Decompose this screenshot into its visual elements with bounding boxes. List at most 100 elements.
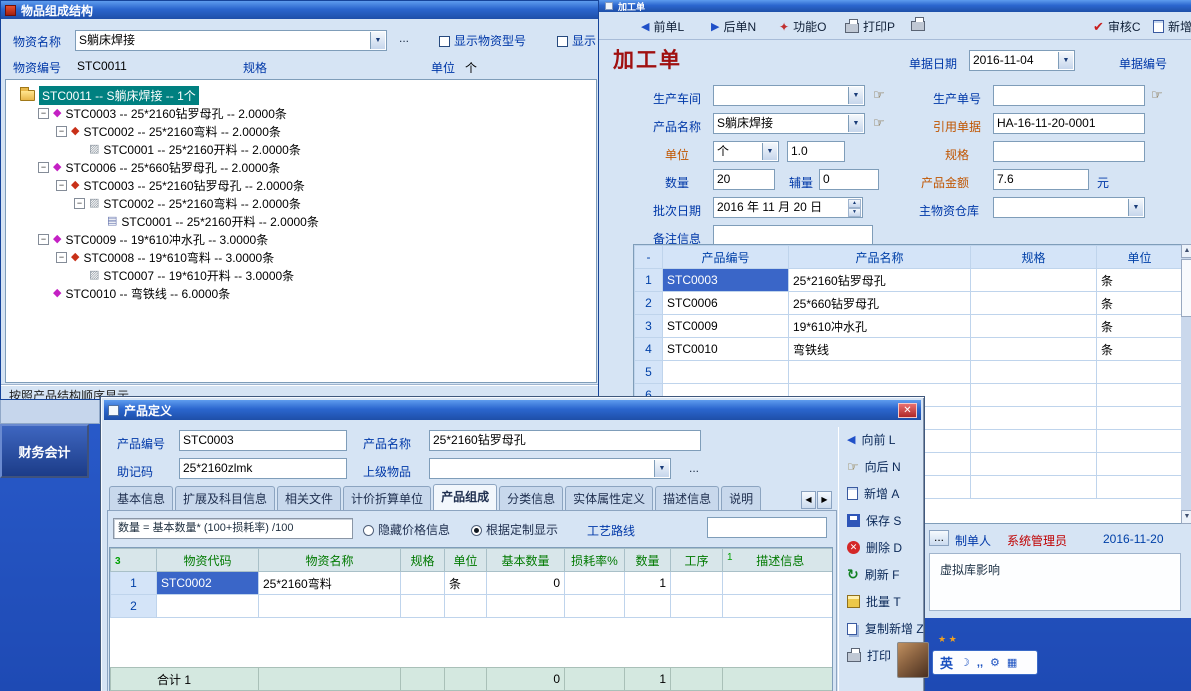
- prod-order-lookup-icon[interactable]: ☞: [1151, 87, 1163, 103]
- remark-input[interactable]: [713, 225, 873, 246]
- mnemonic-input[interactable]: 25*2160zlmk: [179, 458, 347, 479]
- print-preview-button[interactable]: [911, 18, 925, 31]
- collapse-icon[interactable]: −: [38, 108, 49, 119]
- custom-display-radio[interactable]: 根据定制显示: [471, 521, 558, 538]
- chevron-down-icon[interactable]: ▼: [370, 32, 385, 49]
- product-lookup-icon[interactable]: ☞: [873, 115, 885, 131]
- tab-description[interactable]: 描述信息: [655, 486, 719, 511]
- ref-doc-input[interactable]: HA-16-11-20-0001: [993, 113, 1145, 134]
- chevron-down-icon[interactable]: ▼: [654, 460, 669, 477]
- tab-extended-accounts[interactable]: 扩展及科目信息: [175, 486, 275, 511]
- half-moon-icon[interactable]: ☽: [960, 656, 970, 669]
- spec-input[interactable]: [993, 141, 1145, 162]
- radio-selected-icon[interactable]: [471, 525, 482, 536]
- tab-pricing-units[interactable]: 计价折算单位: [343, 486, 431, 511]
- delete-button[interactable]: ✕删除 D: [847, 539, 902, 556]
- save-button[interactable]: 保存 S: [847, 512, 901, 529]
- prod-order-input[interactable]: [993, 85, 1145, 106]
- tab-related-files[interactable]: 相关文件: [277, 486, 341, 511]
- collapse-icon[interactable]: −: [56, 252, 67, 263]
- scroll-down-icon[interactable]: ▼: [1181, 510, 1191, 524]
- prev-record-button[interactable]: ◀向前 L: [847, 431, 895, 448]
- refresh-button[interactable]: ↻刷新 F: [847, 566, 899, 583]
- route-input[interactable]: [707, 517, 827, 538]
- tab-notes[interactable]: 说明: [721, 486, 761, 511]
- show-model-checkbox[interactable]: 显示物资型号: [439, 32, 526, 49]
- print-dialog-button[interactable]: 打印: [847, 647, 891, 664]
- parent-item-more-button[interactable]: ...: [689, 461, 699, 475]
- table-row[interactable]: 1 STC0003 25*2160钻罗母孔 条: [635, 269, 1183, 292]
- print-button[interactable]: 打印P: [845, 18, 895, 35]
- product-code-input[interactable]: STC0003: [179, 430, 347, 451]
- tab-scroll-right-icon[interactable]: ▶: [817, 491, 832, 509]
- table-row[interactable]: 4 STC0010 弯铁线 条: [635, 338, 1183, 361]
- aux-qty-input[interactable]: 0: [819, 169, 879, 190]
- chevron-down-icon[interactable]: ▼: [1128, 199, 1143, 216]
- chevron-down-icon[interactable]: ▼: [848, 115, 863, 132]
- tree-item[interactable]: − ◆ STC0002 -- 25*2160弯料 -- 2.0000条: [56, 122, 281, 140]
- material-name-combo[interactable]: S躺床焊接 ▼: [75, 30, 387, 51]
- tree-item[interactable]: ▨ STC0001 -- 25*2160开料 -- 2.0000条: [74, 140, 301, 158]
- scroll-up-icon[interactable]: ▲: [1181, 244, 1191, 258]
- tree-item[interactable]: STC0011 -- S躺床焊接 -- 1个: [20, 86, 199, 104]
- ime-lang-indicator[interactable]: 英: [940, 653, 953, 672]
- amount-input[interactable]: 7.6: [993, 169, 1089, 190]
- scrollbar-thumb[interactable]: [1181, 259, 1191, 317]
- collapse-icon[interactable]: −: [56, 180, 67, 191]
- parent-item-combo[interactable]: ▼: [429, 458, 671, 479]
- workshop-combo[interactable]: ▼: [713, 85, 865, 106]
- table-scrollbar[interactable]: ▲ ▼: [1181, 244, 1191, 524]
- functions-button[interactable]: ✦ 功能O: [779, 18, 826, 35]
- tree-item[interactable]: ◆ STC0010 -- 弯铁线 -- 6.0000条: [38, 284, 230, 302]
- close-button[interactable]: ✕: [898, 403, 917, 418]
- batch-button[interactable]: 批量 T: [847, 593, 901, 610]
- hide-price-radio[interactable]: 隐藏价格信息: [363, 521, 450, 538]
- audit-button[interactable]: ✔ 审核C: [1093, 18, 1141, 35]
- chevron-down-icon[interactable]: ▼: [762, 143, 777, 160]
- tree-item[interactable]: − ◆ STC0008 -- 19*610弯料 -- 3.0000条: [56, 248, 274, 266]
- tree-item[interactable]: ▤ STC0001 -- 25*2160开料 -- 2.0000条: [92, 212, 319, 230]
- tab-basic-info[interactable]: 基本信息: [109, 486, 173, 511]
- prev-doc-button[interactable]: ◀ 前单L: [641, 18, 684, 35]
- tab-classification[interactable]: 分类信息: [499, 486, 563, 511]
- next-doc-button[interactable]: ▶ 后单N: [711, 18, 756, 35]
- add-doc-button[interactable]: 新增: [1153, 18, 1191, 35]
- material-name-more-button[interactable]: ...: [399, 31, 409, 45]
- next-record-button[interactable]: ☞向后 N: [847, 458, 901, 475]
- batch-date-input[interactable]: 2016 年 11 月 20 日 ▲▼: [713, 197, 863, 218]
- collapse-icon[interactable]: −: [56, 126, 67, 137]
- tree-item[interactable]: ▨ STC0007 -- 19*610开料 -- 3.0000条: [74, 266, 294, 284]
- footer-more-button[interactable]: ...: [929, 530, 949, 546]
- ime-toolbar[interactable]: ★ ★ 英 ☽ ,, ⚙ ▦: [897, 634, 1047, 680]
- product-name-input[interactable]: 25*2160钻罗母孔: [429, 430, 701, 451]
- tab-scroll-left-icon[interactable]: ◀: [801, 491, 816, 509]
- collapse-icon[interactable]: −: [74, 198, 85, 209]
- item-structure-titlebar[interactable]: 物品组成结构: [1, 1, 599, 19]
- table-row[interactable]: 3 STC0009 19*610冲水孔 条: [635, 315, 1183, 338]
- tree-item[interactable]: − ◆ STC0003 -- 25*2160钻罗母孔 -- 2.0000条: [38, 104, 287, 122]
- tab-entity-attributes[interactable]: 实体属性定义: [565, 486, 653, 511]
- keyboard-icon[interactable]: ▦: [1007, 656, 1017, 669]
- tree-item[interactable]: − ▨ STC0002 -- 25*2160弯料 -- 2.0000条: [74, 194, 301, 212]
- unit-factor-input[interactable]: 1.0: [787, 141, 845, 162]
- warehouse-combo[interactable]: ▼: [993, 197, 1145, 218]
- settings-wrench-icon[interactable]: ⚙: [990, 656, 1000, 669]
- process-order-titlebar[interactable]: 加工单: [599, 0, 1191, 12]
- checkbox-box-icon[interactable]: [557, 36, 568, 47]
- chevron-down-icon[interactable]: ▼: [848, 87, 863, 104]
- table-row[interactable]: 2 STC0006 25*660钻罗母孔 条: [635, 292, 1183, 315]
- workshop-lookup-icon[interactable]: ☞: [873, 87, 885, 103]
- tree-item[interactable]: − ◆ STC0009 -- 19*610冲水孔 -- 3.0000条: [38, 230, 268, 248]
- collapse-icon[interactable]: −: [38, 234, 49, 245]
- nav-panel-finance[interactable]: 财务会计: [0, 424, 89, 478]
- tree-item[interactable]: − ◆ STC0003 -- 25*2160钻罗母孔 -- 2.0000条: [56, 176, 305, 194]
- punctuation-icon[interactable]: ,,: [977, 657, 983, 669]
- checkbox-box-icon[interactable]: [439, 36, 450, 47]
- date-spinner[interactable]: ▲▼: [848, 199, 861, 216]
- product-combo[interactable]: S躺床焊接 ▼: [713, 113, 865, 134]
- dialog-titlebar[interactable]: 产品定义 ✕: [104, 400, 921, 420]
- composition-table[interactable]: 3 物资代码 物资名称 规格 单位 基本数量 损耗率% 数量 工序 1描述信息 …: [110, 548, 833, 618]
- grid-row[interactable]: 1 STC0002 25*2160弯料 条 0 1: [111, 572, 833, 595]
- radio-icon[interactable]: [363, 525, 374, 536]
- tree-item[interactable]: − ◆ STC0006 -- 25*660钻罗母孔 -- 2.0000条: [38, 158, 280, 176]
